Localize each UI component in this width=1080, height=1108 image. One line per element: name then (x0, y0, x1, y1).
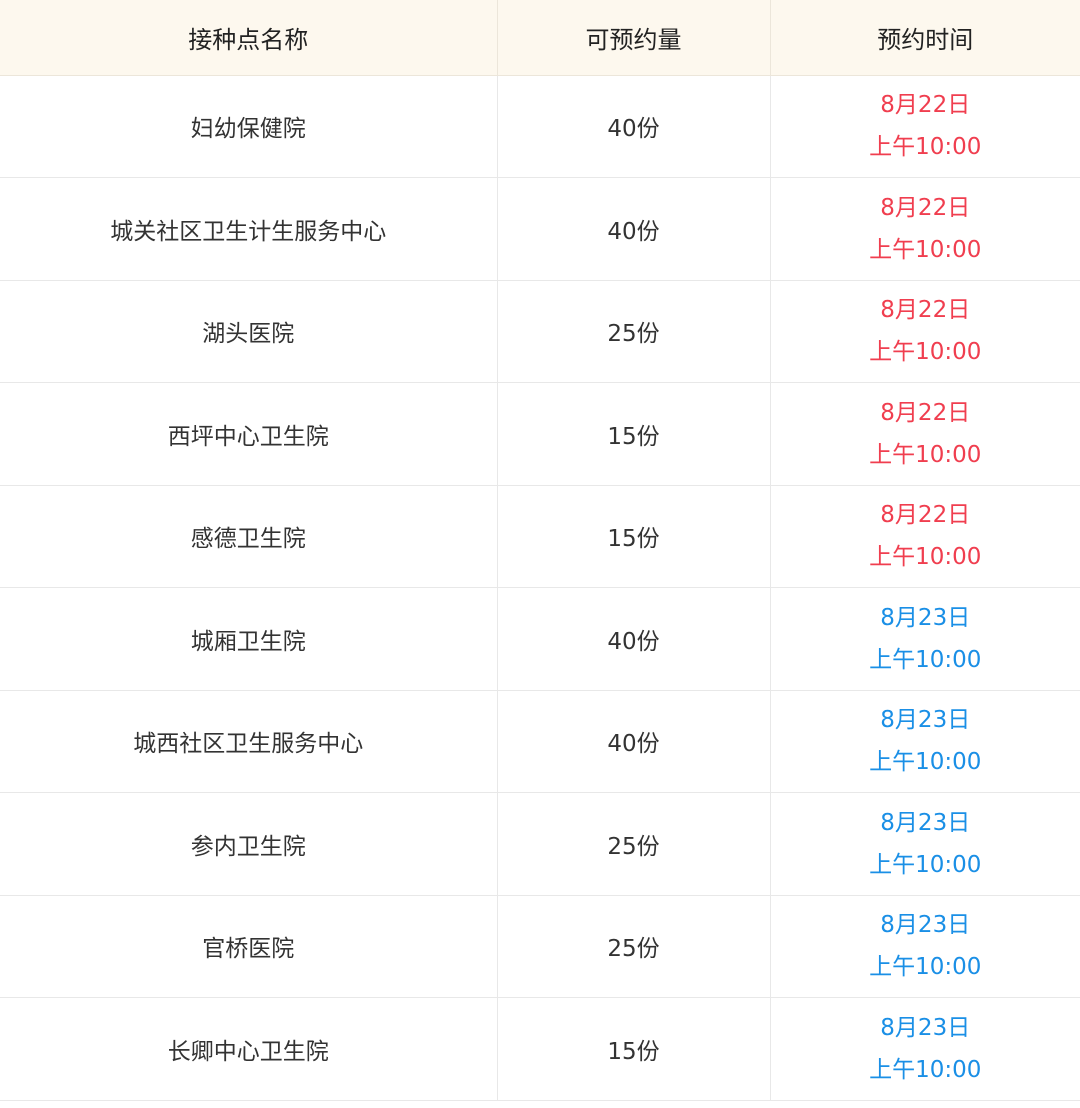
site-name-cell: 参内卫生院 (0, 792, 498, 896)
site-name-cell: 城关社区卫生计生服务中心 (0, 177, 498, 281)
table-row: 参内卫生院 25份 8月23日 上午10:00 (0, 792, 1080, 896)
time-cell: 8月22日 上午10:00 (770, 485, 1080, 588)
quantity-cell: 40份 (497, 587, 771, 691)
date-text: 8月23日 (880, 809, 971, 836)
site-name-cell: 城西社区卫生服务中心 (0, 690, 498, 793)
vaccination-schedule-table: 接种点名称 可预约量 预约时间 妇幼保健院 40份 8月22日 上午10:00 … (0, 0, 1080, 1101)
header-time: 预约时间 (770, 0, 1080, 76)
site-name-cell: 妇幼保健院 (0, 75, 498, 178)
time-cell: 8月23日 上午10:00 (770, 690, 1080, 793)
table-row: 感德卫生院 15份 8月22日 上午10:00 (0, 485, 1080, 588)
quantity-cell: 40份 (497, 177, 771, 281)
quantity-cell: 25份 (497, 792, 771, 896)
time-cell: 8月23日 上午10:00 (770, 895, 1080, 998)
time-text: 上午10:00 (869, 851, 982, 878)
date-text: 8月22日 (880, 502, 971, 529)
quantity-cell: 15份 (497, 485, 771, 588)
table-row: 城关社区卫生计生服务中心 40份 8月22日 上午10:00 (0, 177, 1080, 281)
time-cell: 8月22日 上午10:00 (770, 177, 1080, 281)
time-cell: 8月22日 上午10:00 (770, 75, 1080, 178)
date-text: 8月22日 (880, 399, 971, 426)
date-text: 8月22日 (880, 92, 971, 119)
time-text: 上午10:00 (869, 339, 982, 366)
time-text: 上午10:00 (869, 236, 982, 263)
header-available: 可预约量 (497, 0, 771, 76)
quantity-cell: 40份 (497, 690, 771, 793)
site-name-cell: 官桥医院 (0, 895, 498, 998)
table-row: 城西社区卫生服务中心 40份 8月23日 上午10:00 (0, 690, 1080, 793)
time-cell: 8月23日 上午10:00 (770, 792, 1080, 896)
table-row: 妇幼保健院 40份 8月22日 上午10:00 (0, 75, 1080, 178)
table-row: 湖头医院 25份 8月22日 上午10:00 (0, 280, 1080, 383)
header-site-name: 接种点名称 (0, 0, 498, 76)
site-name-cell: 长卿中心卫生院 (0, 997, 498, 1101)
time-text: 上午10:00 (869, 441, 982, 468)
date-text: 8月23日 (880, 912, 971, 939)
time-text: 上午10:00 (869, 954, 982, 981)
time-cell: 8月22日 上午10:00 (770, 382, 1080, 486)
site-name-cell: 湖头医院 (0, 280, 498, 383)
time-cell: 8月23日 上午10:00 (770, 587, 1080, 691)
table-row: 长卿中心卫生院 15份 8月23日 上午10:00 (0, 997, 1080, 1101)
date-text: 8月23日 (880, 604, 971, 631)
header-row: 接种点名称 可预约量 预约时间 (0, 0, 1080, 76)
time-text: 上午10:00 (869, 544, 982, 571)
quantity-cell: 25份 (497, 895, 771, 998)
time-text: 上午10:00 (869, 749, 982, 776)
time-text: 上午10:00 (869, 646, 982, 673)
table-body: 妇幼保健院 40份 8月22日 上午10:00 城关社区卫生计生服务中心 40份… (0, 75, 1080, 1101)
site-name-cell: 感德卫生院 (0, 485, 498, 588)
time-cell: 8月22日 上午10:00 (770, 280, 1080, 383)
quantity-cell: 15份 (497, 997, 771, 1101)
table-row: 城厢卫生院 40份 8月23日 上午10:00 (0, 587, 1080, 691)
time-cell: 8月23日 上午10:00 (770, 997, 1080, 1101)
table-header: 接种点名称 可预约量 预约时间 (0, 0, 1080, 76)
quantity-cell: 15份 (497, 382, 771, 486)
table-row: 西坪中心卫生院 15份 8月22日 上午10:00 (0, 382, 1080, 486)
date-text: 8月22日 (880, 297, 971, 324)
site-name-cell: 西坪中心卫生院 (0, 382, 498, 486)
date-text: 8月23日 (880, 1014, 971, 1041)
quantity-cell: 40份 (497, 75, 771, 178)
site-name-cell: 城厢卫生院 (0, 587, 498, 691)
quantity-cell: 25份 (497, 280, 771, 383)
date-text: 8月23日 (880, 707, 971, 734)
time-text: 上午10:00 (869, 1056, 982, 1083)
date-text: 8月22日 (880, 194, 971, 221)
table-row: 官桥医院 25份 8月23日 上午10:00 (0, 895, 1080, 998)
time-text: 上午10:00 (869, 134, 982, 161)
